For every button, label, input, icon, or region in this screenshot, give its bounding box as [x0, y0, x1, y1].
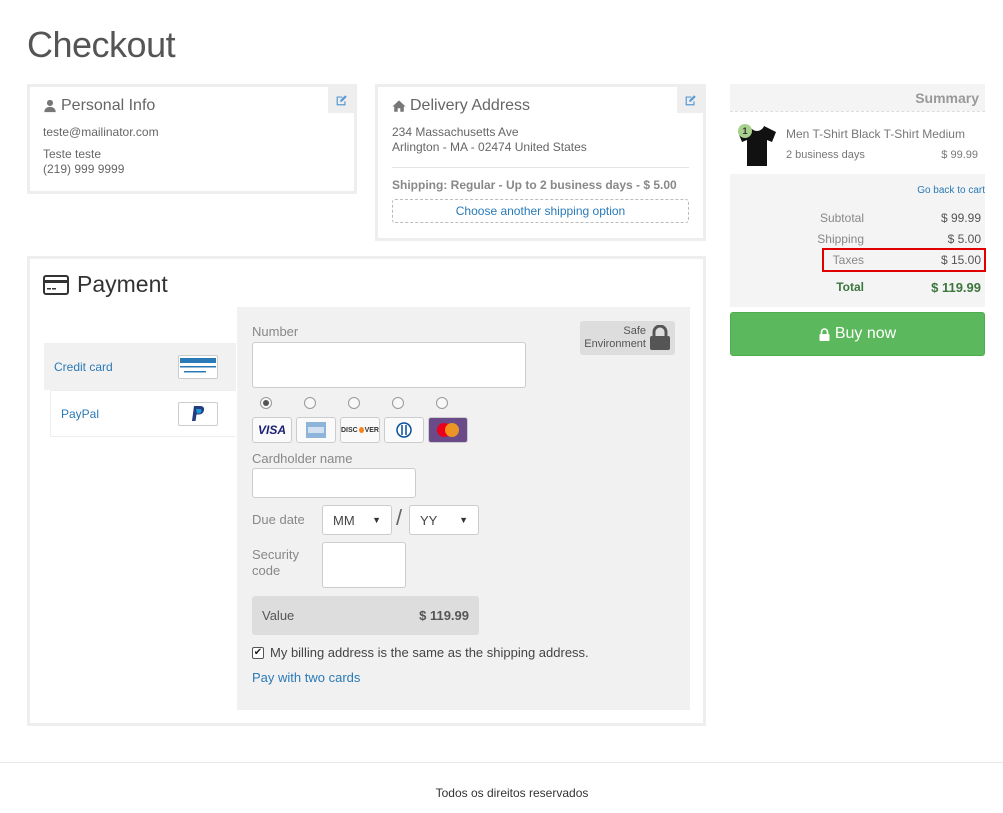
address-city: Arlington - MA - 02474 United States	[392, 140, 587, 154]
tab-paypal-label: PayPal	[61, 406, 100, 421]
credit-card-form: Number Safe Environment VISA DISC VER Ca…	[237, 307, 690, 710]
shipping-label: Shipping	[817, 232, 864, 246]
tab-paypal[interactable]: PayPal	[50, 390, 236, 437]
safe-label: Safe	[623, 325, 646, 337]
lock-icon	[819, 327, 830, 341]
billing-same-checkbox[interactable]: ✔	[252, 646, 264, 659]
item-name: Men T-Shirt Black T-Shirt Medium	[786, 127, 965, 141]
personal-info-card: Personal Info teste@mailinator.com Teste…	[27, 84, 357, 194]
security-label-line2: code	[252, 563, 281, 578]
radio-visa[interactable]	[260, 397, 272, 409]
credit-card-icon	[43, 274, 69, 295]
expiry-year-select[interactable]: YY ▼	[409, 505, 479, 535]
shipping-value: $ 5.00	[947, 232, 981, 246]
item-price: $ 99.99	[941, 149, 978, 161]
lock-icon	[650, 325, 670, 350]
date-separator: /	[396, 505, 403, 530]
billing-same-label: My billing address is the same as the sh…	[270, 645, 589, 660]
quantity-badge: 1	[738, 124, 752, 138]
safe-environment-badge: Safe Environment	[580, 321, 675, 355]
value-label: Value	[262, 608, 295, 623]
delivery-address-card: Delivery Address 234 Massachusetts Ave A…	[375, 84, 706, 241]
edit-icon	[685, 94, 696, 105]
security-code-label: Security code	[252, 547, 299, 579]
page-title: Checkout	[27, 24, 176, 65]
visa-icon[interactable]: VISA	[252, 417, 292, 443]
credit-card-icon	[178, 354, 218, 379]
edit-delivery-address-button[interactable]	[677, 87, 703, 113]
diners-icon[interactable]	[384, 417, 424, 443]
customer-email: teste@mailinator.com	[43, 125, 159, 139]
security-code-input[interactable]	[322, 542, 406, 588]
billing-same-row: ✔ My billing address is the same as the …	[252, 645, 589, 660]
radio-mastercard[interactable]	[436, 397, 448, 409]
buy-now-button[interactable]: Buy now	[730, 312, 985, 356]
summary-heading: Summary	[915, 90, 979, 106]
customer-phone: (219) 999 9999	[43, 162, 125, 176]
footer-divider	[0, 762, 1003, 763]
edit-icon	[336, 94, 347, 105]
payment-method-tabs: Credit card PayPal	[44, 343, 236, 437]
subtotal-label: Subtotal	[819, 211, 864, 225]
payment-value-box: Value $ 119.99	[252, 596, 479, 635]
home-icon	[392, 100, 406, 112]
shipping-method: Shipping: Regular - Up to 2 business day…	[392, 178, 677, 192]
footer-text: Todos os direitos reservados	[435, 786, 589, 800]
payment-heading: Payment	[77, 271, 168, 297]
discover-icon[interactable]: DISC VER	[340, 417, 380, 443]
radio-diners[interactable]	[392, 397, 404, 409]
tab-credit-card[interactable]: Credit card	[44, 343, 236, 390]
personal-info-heading: Personal Info	[61, 97, 156, 114]
year-value: YY	[420, 512, 438, 528]
radio-discover[interactable]	[348, 397, 360, 409]
subtotal-value: $ 99.99	[940, 211, 981, 225]
card-number-input[interactable]	[252, 342, 526, 388]
cardholder-name-input[interactable]	[252, 468, 416, 498]
due-date-label: Due date	[252, 512, 305, 527]
user-icon	[44, 99, 56, 113]
chevron-down-icon: ▼	[459, 515, 468, 525]
choose-shipping-button[interactable]: Choose another shipping option	[392, 199, 689, 223]
buy-now-label: Buy now	[834, 325, 897, 342]
edit-personal-info-button[interactable]	[328, 87, 354, 113]
go-back-to-cart-link[interactable]: Go back to cart	[917, 185, 985, 196]
paypal-icon	[178, 401, 218, 426]
security-label-line1: Security	[252, 547, 299, 562]
delivery-address-heading: Delivery Address	[410, 97, 531, 114]
tab-credit-card-label: Credit card	[54, 359, 113, 374]
value-amount: $ 119.99	[419, 608, 469, 623]
card-brand-radios	[260, 397, 480, 409]
address-street: 234 Massachusetts Ave	[392, 125, 519, 139]
order-summary: Summary 1 Men T-Shirt Black T-Shirt Medi…	[730, 84, 986, 307]
card-brand-logos: VISA DISC VER	[252, 417, 468, 443]
number-label: Number	[252, 324, 299, 339]
radio-amex[interactable]	[304, 397, 316, 409]
divider	[392, 167, 689, 168]
summary-item: 1 Men T-Shirt Black T-Shirt Medium 2 bus…	[730, 111, 985, 174]
environment-label: Environment	[584, 338, 646, 350]
payment-card: Payment Credit card PayPal Number Safe E…	[27, 256, 706, 726]
item-delivery: 2 business days	[786, 149, 865, 161]
cardholder-label: Cardholder name	[252, 451, 353, 466]
pay-with-two-cards-link[interactable]: Pay with two cards	[252, 670, 360, 685]
expiry-month-select[interactable]: MM ▼	[322, 505, 392, 535]
total-value: $ 119.99	[931, 280, 981, 295]
amex-icon[interactable]	[296, 417, 336, 443]
chevron-down-icon: ▼	[372, 515, 381, 525]
taxes-label: Taxes	[832, 253, 864, 267]
mastercard-icon[interactable]	[428, 417, 468, 443]
customer-name: Teste teste	[43, 147, 102, 161]
total-label: Total	[836, 280, 864, 294]
taxes-value: $ 15.00	[940, 253, 981, 267]
month-value: MM	[333, 512, 355, 528]
